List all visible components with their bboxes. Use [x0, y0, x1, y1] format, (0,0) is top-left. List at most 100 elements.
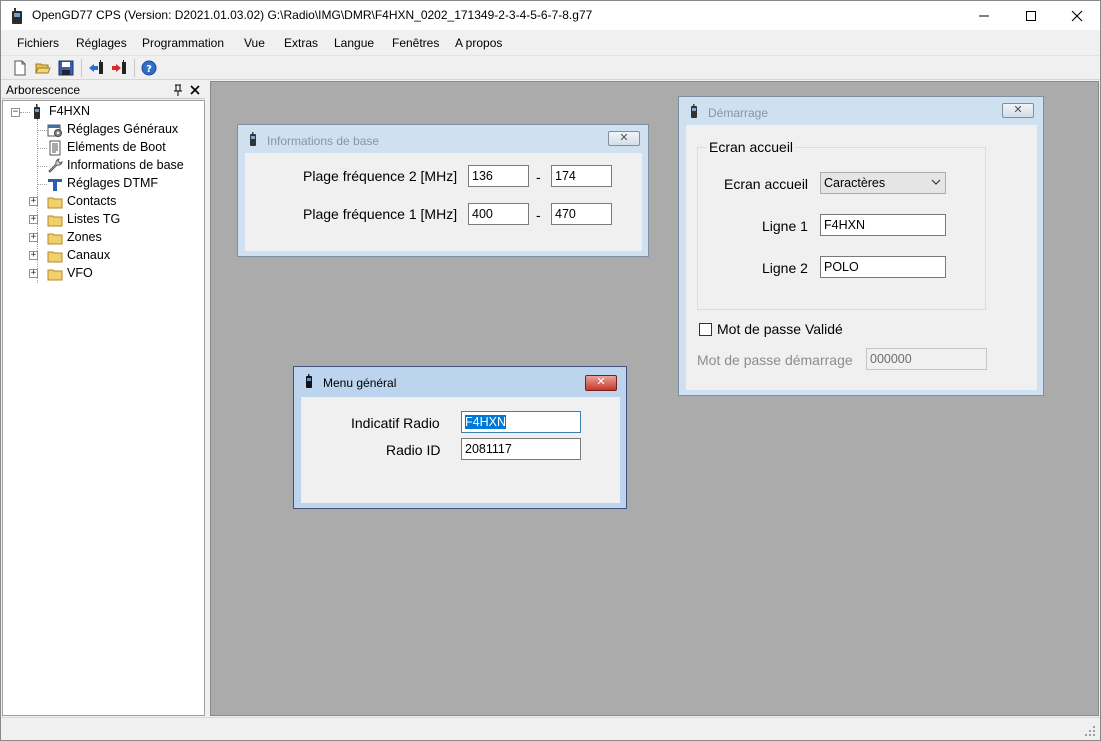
line1-input[interactable]: F4HXN	[820, 214, 946, 236]
title-bar[interactable]: OpenGD77 CPS (Version: D2021.01.03.02) G…	[1, 1, 1100, 30]
panel-close-icon[interactable]	[190, 85, 200, 95]
child-close-button[interactable]: ✕	[608, 131, 640, 146]
tree-collapse-toggle[interactable]: −	[11, 108, 20, 117]
child-client-area: Plage fréquence 2 [MHz] 136 - 174 Plage …	[245, 153, 642, 251]
folder-icon	[47, 215, 63, 227]
read-radio-icon[interactable]	[88, 60, 104, 76]
minimize-icon	[979, 15, 989, 17]
close-icon	[1071, 10, 1083, 22]
help-icon[interactable]: ?	[141, 60, 157, 76]
tree-item-label: Réglages Généraux	[67, 122, 179, 136]
open-folder-icon[interactable]	[35, 60, 51, 76]
menu-apropos[interactable]: A propos	[455, 36, 502, 50]
mdi-workspace: Informations de base ✕ Plage fréquence 2…	[210, 81, 1099, 716]
tree-item-label: Zones	[67, 230, 102, 244]
password-input[interactable]: 000000	[866, 348, 987, 370]
radio-icon	[306, 374, 312, 388]
tree-connector	[37, 148, 47, 149]
password-enabled-checkbox[interactable]	[699, 323, 712, 336]
minimize-button[interactable]	[961, 2, 1007, 30]
document-icon	[49, 140, 61, 156]
menu-langue[interactable]: Langue	[334, 36, 374, 50]
password-label: Mot de passe démarrage	[697, 352, 853, 368]
chevron-down-icon	[931, 179, 941, 185]
radio-icon	[691, 104, 697, 118]
window-title: OpenGD77 CPS (Version: D2021.01.03.02) G…	[32, 8, 593, 22]
tree-connector	[37, 166, 47, 167]
callsign-input[interactable]: F4HXN	[461, 411, 581, 433]
basic-info-window[interactable]: Informations de base ✕ Plage fréquence 2…	[237, 124, 649, 257]
save-icon[interactable]	[58, 60, 74, 76]
dtmf-icon	[48, 179, 62, 191]
tree-item-label: Réglages DTMF	[67, 176, 158, 190]
range-dash: -	[536, 207, 541, 223]
folder-icon	[47, 269, 63, 281]
child-client-area: Ecran accueil Ecran accueil Caractères L…	[686, 125, 1037, 390]
tree-item-label: Eléments de Boot	[67, 140, 166, 154]
range-dash: -	[536, 169, 541, 185]
toolbar: ?	[1, 55, 1100, 80]
menu-fichiers[interactable]: Fichiers	[17, 36, 59, 50]
child-window-title: Démarrage	[708, 106, 769, 120]
menu-fenetres[interactable]: Fenêtres	[392, 36, 439, 50]
freq2-min-input[interactable]: 136	[468, 165, 529, 187]
tree-expand-toggle[interactable]: +	[29, 215, 38, 224]
radio-icon	[250, 132, 256, 146]
freq2-max-input[interactable]: 174	[551, 165, 612, 187]
folder-icon	[47, 233, 63, 245]
line2-label: Ligne 2	[762, 260, 808, 276]
password-enabled-label: Mot de passe Validé	[717, 321, 843, 337]
child-close-button[interactable]: ✕	[585, 375, 617, 391]
general-menu-window[interactable]: Menu général ✕ Indicatif Radio F4HXN Rad…	[293, 366, 627, 509]
line1-label: Ligne 1	[762, 218, 808, 234]
group-title: Ecran accueil	[707, 139, 796, 155]
child-title-bar[interactable]: Menu général ✕	[294, 367, 626, 395]
boot-window[interactable]: Démarrage ✕ Ecran accueil Ecran accueil …	[678, 96, 1044, 396]
menu-programmation[interactable]: Programmation	[142, 36, 224, 50]
tree-expand-toggle[interactable]: +	[29, 251, 38, 260]
svg-text:?: ?	[146, 64, 152, 75]
line2-input[interactable]: POLO	[820, 256, 946, 278]
freq2-label: Plage fréquence 2 [MHz]	[303, 168, 458, 184]
tree-connector	[37, 184, 47, 185]
tree-panel-title: Arborescence	[6, 83, 81, 97]
child-window-title: Menu général	[323, 376, 397, 390]
child-window-title: Informations de base	[267, 134, 380, 148]
tree-item-label: Contacts	[67, 194, 117, 208]
menu-extras[interactable]: Extras	[284, 36, 318, 50]
maximize-icon	[1026, 11, 1036, 21]
callsign-value: F4HXN	[465, 415, 506, 429]
tree-expand-toggle[interactable]: +	[29, 269, 38, 278]
status-bar	[1, 717, 1100, 740]
tree-expand-toggle[interactable]: +	[29, 233, 38, 242]
tree-panel-header: Arborescence	[2, 81, 205, 99]
resize-grip-icon[interactable]	[1084, 725, 1096, 737]
radio-id-input[interactable]: 2081117	[461, 438, 581, 460]
freq1-max-input[interactable]: 470	[551, 203, 612, 225]
tree-connector	[37, 130, 47, 131]
tree-item-label: Canaux	[67, 248, 111, 262]
write-radio-icon[interactable]	[111, 60, 127, 76]
radio-icon	[34, 104, 40, 119]
child-close-button[interactable]: ✕	[1002, 103, 1034, 118]
screen-label: Ecran accueil	[724, 176, 809, 192]
new-file-icon[interactable]	[12, 60, 28, 76]
tree-item-label: Listes TG	[67, 212, 121, 226]
pin-icon[interactable]	[173, 84, 183, 96]
freq1-min-input[interactable]: 400	[468, 203, 529, 225]
child-title-bar[interactable]: Informations de base ✕	[238, 125, 648, 153]
radio-app-icon	[12, 8, 22, 24]
tree-expand-toggle[interactable]: +	[29, 197, 38, 206]
toolbar-separator	[134, 59, 135, 77]
close-button[interactable]	[1054, 2, 1100, 30]
maximize-button[interactable]	[1008, 2, 1054, 30]
tree-view: − F4HXN Réglages Généraux Eléments de Bo…	[2, 100, 205, 716]
menu-vue[interactable]: Vue	[244, 36, 265, 50]
child-title-bar[interactable]: Démarrage ✕	[679, 97, 1043, 125]
callsign-label: Indicatif Radio	[351, 415, 440, 431]
toolbar-separator	[81, 59, 82, 77]
settings-icon	[47, 124, 62, 137]
menu-reglages[interactable]: Réglages	[76, 36, 127, 50]
screen-select[interactable]: Caractères	[820, 172, 946, 194]
tree-item-label: VFO	[67, 266, 93, 280]
